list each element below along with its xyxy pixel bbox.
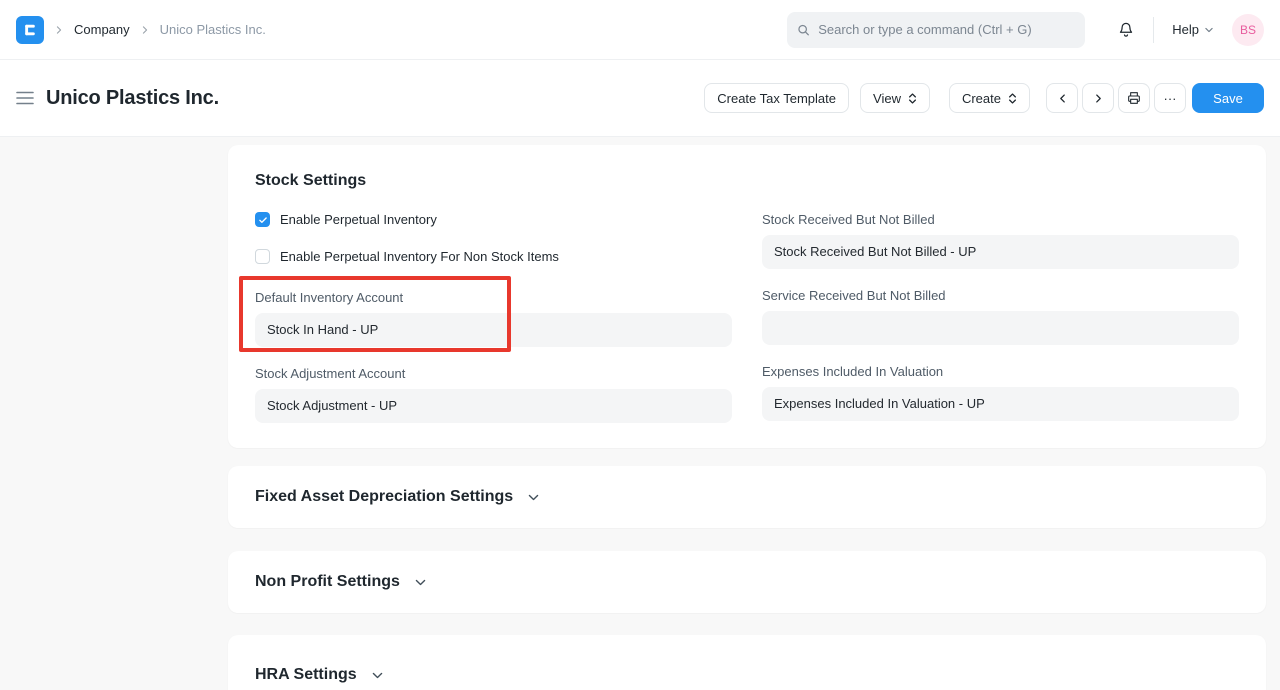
chevron-left-icon <box>1057 93 1068 104</box>
default-inventory-account-input[interactable]: Stock In Hand - UP <box>255 313 732 347</box>
create-menu-button[interactable]: Create <box>949 83 1030 113</box>
section-title: Non Profit Settings <box>255 573 400 591</box>
stock-received-but-not-billed-input[interactable]: Stock Received But Not Billed - UP <box>762 235 1239 269</box>
page-title: Unico Plastics Inc. <box>46 87 219 110</box>
content-area: Stock Settings Enable Perpetual Inventor… <box>0 137 1280 690</box>
section-hra-settings[interactable]: HRA Settings <box>228 635 1266 690</box>
section-fixed-asset-depreciation-settings[interactable]: Fixed Asset Depreciation Settings <box>228 466 1266 528</box>
save-button[interactable]: Save <box>1192 83 1264 113</box>
breadcrumb-company[interactable]: Company <box>74 22 130 37</box>
print-button[interactable] <box>1118 83 1150 113</box>
stock-settings-left-column: Enable Perpetual Inventory Enable Perpet… <box>255 212 732 423</box>
hamburger-icon <box>16 91 34 105</box>
field-expenses-included-in-valuation: Expenses Included In Valuation Expenses … <box>762 364 1239 421</box>
bell-icon <box>1117 21 1135 39</box>
view-menu-button[interactable]: View <box>860 83 930 113</box>
top-navbar: Company Unico Plastics Inc. Help BS <box>0 0 1280 60</box>
section-title: HRA Settings <box>255 666 357 684</box>
field-label: Stock Received But Not Billed <box>762 212 1239 227</box>
select-arrows-icon <box>908 92 917 105</box>
chevron-right-icon <box>54 25 64 35</box>
chevron-down-icon <box>527 491 540 504</box>
chevron-down-icon <box>1204 25 1214 35</box>
page-header: Unico Plastics Inc. Create Tax Template … <box>0 60 1280 137</box>
chevron-right-icon <box>140 25 150 35</box>
field-label: Expenses Included In Valuation <box>762 364 1239 379</box>
checkbox-label: Enable Perpetual Inventory For Non Stock… <box>280 249 559 264</box>
search-input[interactable] <box>818 22 1075 37</box>
stock-adjustment-account-input[interactable]: Stock Adjustment - UP <box>255 389 732 423</box>
header-actions: Create Tax Template View Create <box>704 83 1264 113</box>
checkbox-checked-icon <box>255 212 270 227</box>
menu-button[interactable]: ··· <box>1154 83 1186 113</box>
chevron-down-icon <box>414 576 427 589</box>
field-label: Service Received But Not Billed <box>762 288 1239 303</box>
help-menu[interactable]: Help <box>1172 22 1214 37</box>
checkbox-unchecked-icon <box>255 249 270 264</box>
section-title: Fixed Asset Depreciation Settings <box>255 488 513 506</box>
navbar-divider <box>1153 17 1154 43</box>
sidebar-toggle-button[interactable] <box>16 91 34 105</box>
field-default-inventory-account: Default Inventory Account Stock In Hand … <box>255 290 732 347</box>
checkbox-enable-perpetual-inventory[interactable]: Enable Perpetual Inventory <box>255 212 732 227</box>
global-search[interactable] <box>787 12 1085 48</box>
chevron-down-icon <box>371 669 384 682</box>
expenses-included-in-valuation-input[interactable]: Expenses Included In Valuation - UP <box>762 387 1239 421</box>
field-label: Stock Adjustment Account <box>255 366 732 381</box>
help-label: Help <box>1172 22 1199 37</box>
checkbox-label: Enable Perpetual Inventory <box>280 212 437 227</box>
stock-settings-right-column: Stock Received But Not Billed Stock Rece… <box>762 212 1239 423</box>
section-heading-stock-settings: Stock Settings <box>255 172 1239 190</box>
service-received-but-not-billed-input[interactable] <box>762 311 1239 345</box>
view-menu-label: View <box>873 91 901 106</box>
field-service-received-but-not-billed: Service Received But Not Billed <box>762 288 1239 345</box>
section-non-profit-settings[interactable]: Non Profit Settings <box>228 551 1266 613</box>
create-tax-template-button[interactable]: Create Tax Template <box>704 83 849 113</box>
erpnext-logo-icon <box>22 22 38 38</box>
field-stock-received-but-not-billed: Stock Received But Not Billed Stock Rece… <box>762 212 1239 269</box>
prev-document-button[interactable] <box>1046 83 1078 113</box>
avatar[interactable]: BS <box>1232 14 1264 46</box>
search-icon <box>797 23 810 37</box>
breadcrumb-current-doc[interactable]: Unico Plastics Inc. <box>160 22 266 37</box>
field-label: Default Inventory Account <box>255 290 732 305</box>
select-arrows-icon <box>1008 92 1017 105</box>
field-stock-adjustment-account: Stock Adjustment Account Stock Adjustmen… <box>255 366 732 423</box>
chevron-right-icon <box>1093 93 1104 104</box>
create-menu-label: Create <box>962 91 1001 106</box>
next-document-button[interactable] <box>1082 83 1114 113</box>
printer-icon <box>1126 90 1142 106</box>
erpnext-logo[interactable] <box>16 16 44 44</box>
checkbox-enable-perpetual-inventory-non-stock[interactable]: Enable Perpetual Inventory For Non Stock… <box>255 249 732 264</box>
stock-settings-card: Stock Settings Enable Perpetual Inventor… <box>228 145 1266 448</box>
notifications-button[interactable] <box>1117 21 1135 39</box>
